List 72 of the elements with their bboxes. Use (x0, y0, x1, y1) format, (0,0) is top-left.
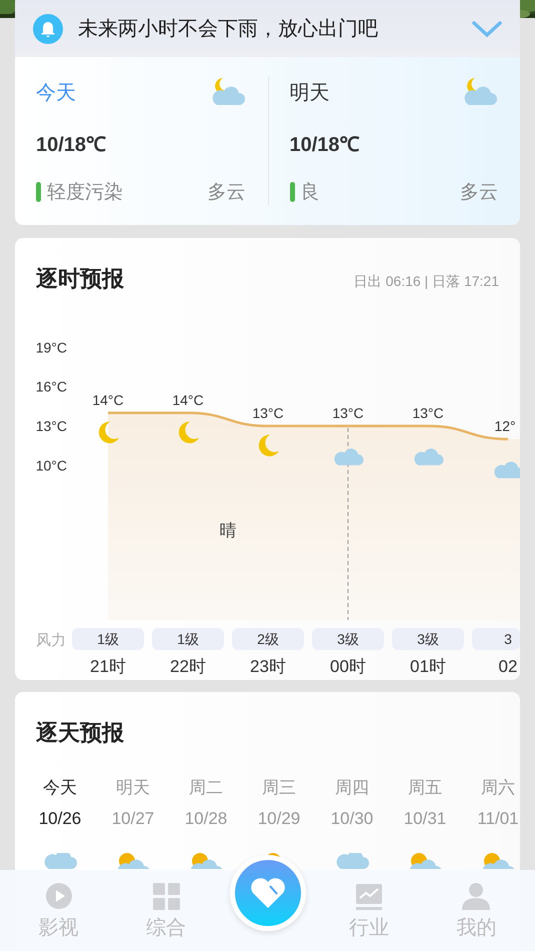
air-quality-text: 轻度污染 (47, 181, 123, 205)
date-label: 10/26 (38, 809, 82, 829)
axis-label: 19°C (36, 339, 67, 356)
temperature-range: 10/18℃ (36, 132, 106, 156)
condition-text: 多云 (208, 181, 246, 205)
weekday-label[interactable]: 周三 (262, 776, 296, 799)
wind-level-badge: 1级 (152, 628, 224, 650)
axis-label: 13°C (36, 418, 67, 434)
weekday-label[interactable]: 明天 (116, 776, 150, 799)
weekday-label[interactable]: 周四 (335, 776, 369, 799)
air-quality-text: 良 (300, 181, 320, 205)
sunrise-sunset-text: 日出 06:16 | 日落 17:21 (354, 273, 499, 291)
moon-icon (258, 434, 279, 456)
chevron-down-icon[interactable] (472, 20, 502, 38)
nav-tab[interactable]: 影视 (5, 870, 112, 951)
chart-icon (356, 884, 382, 910)
date-label: 10/28 (184, 809, 228, 829)
wind-level-badge: 2级 (232, 628, 304, 650)
cloud-icon (334, 853, 370, 869)
temperature-label: 14°C (172, 392, 204, 408)
temperature-range: 10/18℃ (290, 132, 360, 156)
date-label: 10/31 (404, 809, 446, 829)
wind-level-badge: 3 (472, 628, 520, 650)
hour-label: 00时 (330, 657, 366, 676)
moon-cloud-icon (210, 77, 246, 107)
date-label: 10/27 (112, 809, 154, 829)
date-label: 10/30 (330, 809, 374, 829)
alert-text: 未来两小时不会下雨，放心出门吧 (78, 17, 379, 42)
weekday-label[interactable]: 今天 (43, 776, 77, 799)
play-icon (44, 882, 73, 910)
cloud-icon (414, 448, 444, 466)
moon-icon (178, 422, 199, 444)
axis-label: 16°C (36, 378, 67, 395)
axis-label: 10°C (36, 457, 67, 474)
heart-icon (250, 877, 286, 909)
cloud-icon (494, 462, 520, 478)
hour-label: 22时 (170, 657, 206, 676)
hour-label: 02 (498, 657, 518, 676)
bell-icon (33, 14, 63, 44)
nav-tab[interactable]: 综合 (112, 870, 220, 951)
alert-bar[interactable]: 未来两小时不会下雨，放心出门吧 (15, 0, 520, 57)
day-label[interactable]: 明天 (290, 78, 330, 106)
wind-label: 风力 (36, 632, 66, 649)
condition-text: 多云 (460, 181, 498, 205)
weekday-label[interactable]: 周二 (189, 776, 223, 799)
temperature-label: 13°C (412, 405, 444, 421)
nav-tab[interactable]: 我的 (422, 870, 530, 951)
date-label: 10/29 (258, 809, 300, 829)
moon-cloud-icon (462, 77, 498, 107)
wind-level-badge: 3级 (392, 628, 464, 650)
cloud-icon (334, 448, 364, 466)
person-icon (462, 882, 490, 910)
cloud-icon (42, 853, 78, 869)
grid-icon (152, 883, 180, 910)
hour-label: 21时 (90, 657, 126, 676)
temperature-label: 13°C (252, 405, 284, 421)
temperature-label: 12° (494, 418, 516, 434)
temperature-label: 13°C (332, 405, 364, 421)
section-title: 逐时预报 (36, 265, 124, 293)
hour-label: 01时 (410, 657, 446, 676)
day-label[interactable]: 今天 (36, 78, 76, 106)
section-title: 逐天预报 (36, 719, 124, 747)
weekday-label[interactable]: 周六 (481, 776, 515, 799)
date-label: 11/01 (477, 809, 519, 829)
temperature-label: 14°C (92, 392, 124, 408)
moon-icon (98, 422, 119, 444)
weekday-label[interactable]: 周五 (408, 776, 442, 799)
wind-level-badge: 1级 (72, 628, 144, 650)
wind-level-badge: 3级 (312, 628, 384, 650)
hour-label: 23时 (250, 657, 286, 676)
weather-label: 晴 (220, 521, 236, 540)
nav-tab[interactable]: 行业 (315, 870, 423, 951)
